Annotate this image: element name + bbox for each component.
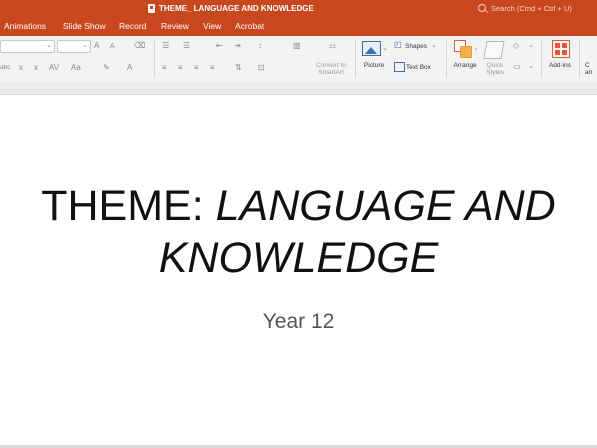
- title-bar: THEME_ LANGUAGE AND KNOWLEDGE Search (Cm…: [0, 0, 597, 16]
- font-size-field[interactable]: ⌄: [57, 40, 91, 53]
- document-title: THEME_ LANGUAGE AND KNOWLEDGE: [148, 0, 314, 16]
- tab-animations[interactable]: Animations: [4, 16, 46, 36]
- increase-indent-icon[interactable]: ⇥: [234, 41, 241, 51]
- chevron-down-icon: ⌄: [431, 42, 437, 49]
- columns-icon[interactable]: ▥: [293, 41, 301, 51]
- chevron-down-icon: ⌄: [528, 63, 534, 70]
- justify-icon[interactable]: ≡: [210, 63, 215, 73]
- slide-title-italic-line2: KNOWLEDGE: [158, 234, 439, 282]
- subscript-button[interactable]: x: [34, 63, 38, 73]
- clear-formatting-icon[interactable]: ⌫: [134, 41, 145, 51]
- document-title-text: THEME_ LANGUAGE AND KNOWLEDGE: [159, 3, 314, 13]
- decrease-indent-icon[interactable]: ⇤: [216, 41, 223, 51]
- font-name-field[interactable]: ⌄: [0, 40, 55, 53]
- decrease-font-size-button[interactable]: A: [110, 42, 115, 52]
- slide-title-regular: THEME:: [41, 182, 216, 230]
- convert-to-smartart-line1: Convert to: [316, 62, 346, 69]
- ribbon-divider: [355, 40, 356, 78]
- slide-canvas[interactable]: THEME: LANGUAGE AND KNOWLEDGE Year 12: [0, 95, 597, 445]
- add-ins-button-label[interactable]: Add-ins: [545, 62, 575, 69]
- search-box[interactable]: Search (Cmd + Ctrl + U): [478, 0, 572, 16]
- picture-icon[interactable]: [362, 41, 381, 56]
- add-ins-icon[interactable]: [552, 40, 570, 58]
- text-box-button-label[interactable]: Text Box: [406, 64, 431, 71]
- slide-title[interactable]: THEME: LANGUAGE AND KNOWLEDGE: [0, 180, 597, 284]
- arrange-icon-back: [460, 46, 472, 58]
- align-center-icon[interactable]: ≡: [178, 63, 183, 73]
- add-ins-tile: [555, 50, 560, 55]
- search-placeholder: Search (Cmd + Ctrl + U): [491, 3, 572, 13]
- numbering-icon[interactable]: ☰: [183, 41, 190, 51]
- ribbon-divider: [154, 40, 155, 78]
- slide-title-italic-line1: LANGUAGE AND: [215, 182, 556, 230]
- chevron-down-icon: ⌄: [382, 45, 388, 52]
- add-ins-tile: [562, 50, 567, 55]
- quick-styles-icon[interactable]: [483, 41, 505, 59]
- align-text-icon[interactable]: ⊡: [258, 63, 265, 73]
- chevron-down-icon: ⌄: [46, 42, 52, 49]
- shape-outline-icon[interactable]: ▭: [513, 62, 521, 72]
- shapes-icon[interactable]: ◰: [394, 40, 402, 50]
- ribbon-divider: [579, 40, 580, 78]
- convert-to-smartart-line2: SmartArt: [318, 69, 344, 76]
- text-box-icon[interactable]: [394, 62, 405, 72]
- partial-line1: C: [585, 62, 590, 69]
- add-ins-tile: [555, 43, 560, 48]
- partial-line2: an: [585, 69, 593, 76]
- ribbon-divider: [541, 40, 542, 78]
- change-case-button[interactable]: Aa: [71, 63, 81, 73]
- text-direction-icon[interactable]: ⇅: [235, 63, 242, 73]
- mountain-glyph: [365, 47, 377, 54]
- superscript-button[interactable]: x: [19, 63, 23, 73]
- tab-view[interactable]: View: [203, 16, 221, 36]
- tab-acrobat[interactable]: Acrobat: [235, 16, 264, 36]
- strikethrough-button[interactable]: abc: [0, 63, 10, 73]
- ribbon: ⌄ ⌄ A A ⌫ abc x x AV Aa ✎ A ☰ ☰ ⇤ ⇥ ↕ ▥ …: [0, 36, 597, 82]
- bullets-icon[interactable]: ☰: [162, 41, 169, 51]
- highlight-icon[interactable]: ✎: [103, 63, 110, 73]
- convert-to-smartart-label[interactable]: Convert to SmartArt: [306, 62, 356, 76]
- align-left-icon[interactable]: ≡: [162, 63, 167, 73]
- ribbon-bottom-border: [0, 82, 597, 95]
- tab-review[interactable]: Review: [161, 16, 189, 36]
- character-spacing-button[interactable]: AV: [49, 63, 59, 73]
- chevron-down-icon: ⌄: [82, 42, 88, 49]
- shapes-button-label[interactable]: Shapes: [405, 43, 427, 50]
- shape-fill-icon[interactable]: ◇: [513, 41, 519, 51]
- quick-styles-line1: Quick: [486, 62, 504, 69]
- quick-styles-line2: Styles: [486, 69, 504, 76]
- powerpoint-document-icon: [148, 3, 155, 13]
- partially-visible-button-label[interactable]: C an: [585, 62, 597, 76]
- increase-font-size-button[interactable]: A: [94, 41, 99, 51]
- ribbon-divider: [446, 40, 447, 78]
- chevron-down-icon: ⌄: [528, 42, 534, 49]
- quick-styles-label[interactable]: Quick Styles: [480, 62, 510, 76]
- tab-record[interactable]: Record: [119, 16, 146, 36]
- font-color-button[interactable]: A: [127, 63, 132, 73]
- align-right-icon[interactable]: ≡: [194, 63, 199, 73]
- smartart-icon[interactable]: ⚏: [329, 41, 336, 51]
- line-spacing-icon[interactable]: ↕: [258, 41, 262, 51]
- picture-button-label[interactable]: Picture: [358, 62, 390, 69]
- chevron-down-icon: ⌄: [473, 45, 479, 52]
- ribbon-tab-bar: Animations Slide Show Record Review View…: [0, 16, 597, 36]
- tab-slide-show[interactable]: Slide Show: [63, 16, 106, 36]
- add-ins-tile: [562, 43, 567, 48]
- slide-subtitle[interactable]: Year 12: [0, 310, 597, 334]
- arrange-button-label[interactable]: Arrange: [449, 62, 481, 69]
- search-icon: [478, 4, 486, 12]
